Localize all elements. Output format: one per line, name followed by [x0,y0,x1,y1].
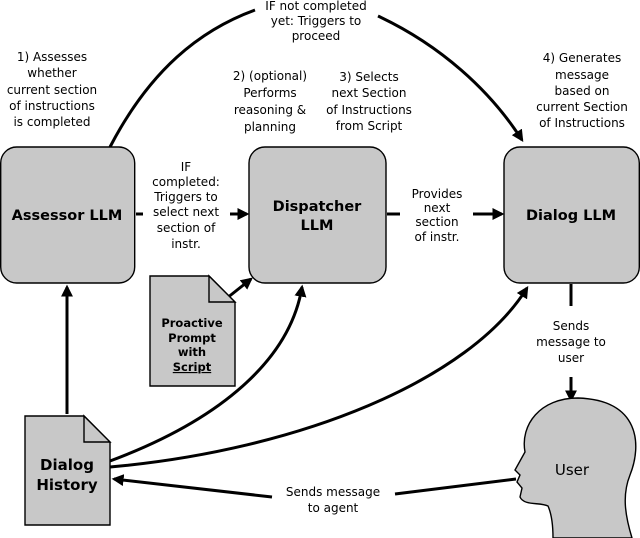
step4-label: 4) Generates message based on current Se… [536,51,628,130]
assessor-llm-node: Assessor LLM [0,146,136,284]
history-line2: History [36,476,97,494]
label-line: from Script [336,119,403,133]
label-line: user [558,351,584,365]
dialog-history-document: Dialog History [24,414,112,526]
edge-user-to-history-left [111,474,273,499]
label-line: Triggers to [153,190,218,204]
label-line: next [424,201,451,215]
label-line: based on [555,84,610,98]
label-line: 1) Assesses [17,50,87,64]
label-line: 4) Generates [543,51,621,65]
edge-user-to-history-right [394,477,517,496]
assessor-label: Assessor LLM [12,208,123,224]
label-line: to agent [308,501,359,515]
prompt-line4: Script [173,360,212,374]
label-line: Sends [553,319,589,333]
label-line: message [555,68,609,82]
label-line: next Section [332,86,407,100]
user-head: User [514,397,637,538]
architecture-diagram: Assessor LLM Dispatcher LLM Dialog LLM P… [0,0,640,538]
label-line: 2) (optional) [233,69,307,83]
label-line: completed: [152,175,220,189]
label-line: current section [7,83,97,97]
sends-to-user-label: Sends message to user [536,319,606,365]
prompt-line1: Proactive [161,316,223,330]
label-line: current Section [536,100,628,114]
label-line: whether [27,66,76,80]
label-line: Provides [412,187,463,201]
sends-to-agent-label: Sends message to agent [286,485,380,515]
label-line: yet: Triggers to [271,14,362,28]
dispatcher-label-line2: LLM [301,218,334,234]
dialog-llm-node: Dialog LLM [503,146,640,284]
label-line: of instr. [415,230,460,244]
label-line: of Instructions [539,116,625,130]
label-line: proceed [292,29,341,43]
not-completed-label: IF not completed yet: Triggers to procee… [265,0,366,43]
label-line: reasoning & [234,103,306,117]
provides-label: Provides next section of instr. [412,187,463,244]
completed-label: IF completed: Triggers to select next se… [152,160,220,251]
label-line: is completed [13,115,90,129]
user-label: User [555,461,590,479]
step2-label: 2) (optional) Performs reasoning & plann… [233,69,307,134]
label-line: IF not completed [265,0,366,13]
dialog-llm-label: Dialog LLM [526,208,616,224]
history-line1: Dialog [40,456,94,474]
label-line: of Instructions [326,103,412,117]
step3-label: 3) Selects next Section of Instructions … [326,70,412,133]
label-line: select next [153,205,219,219]
label-line: Performs [243,86,296,100]
label-line: of instructions [9,99,95,113]
prompt-line3: with [178,345,206,359]
label-line: planning [244,120,296,134]
label-line: message to [536,335,606,349]
label-line: IF [181,160,192,174]
proactive-prompt-document: Proactive Prompt with Script [149,274,237,387]
label-line: 3) Selects [339,70,398,84]
label-line: section of [157,221,216,235]
dispatcher-llm-node: Dispatcher LLM [248,146,387,284]
prompt-line2: Prompt [168,331,216,345]
label-line: Sends message [286,485,380,499]
label-line: section [415,215,458,229]
label-line: instr. [171,237,201,251]
dispatcher-label-line1: Dispatcher [273,199,362,215]
step1-label: 1) Assesses whether current section of i… [7,50,97,129]
